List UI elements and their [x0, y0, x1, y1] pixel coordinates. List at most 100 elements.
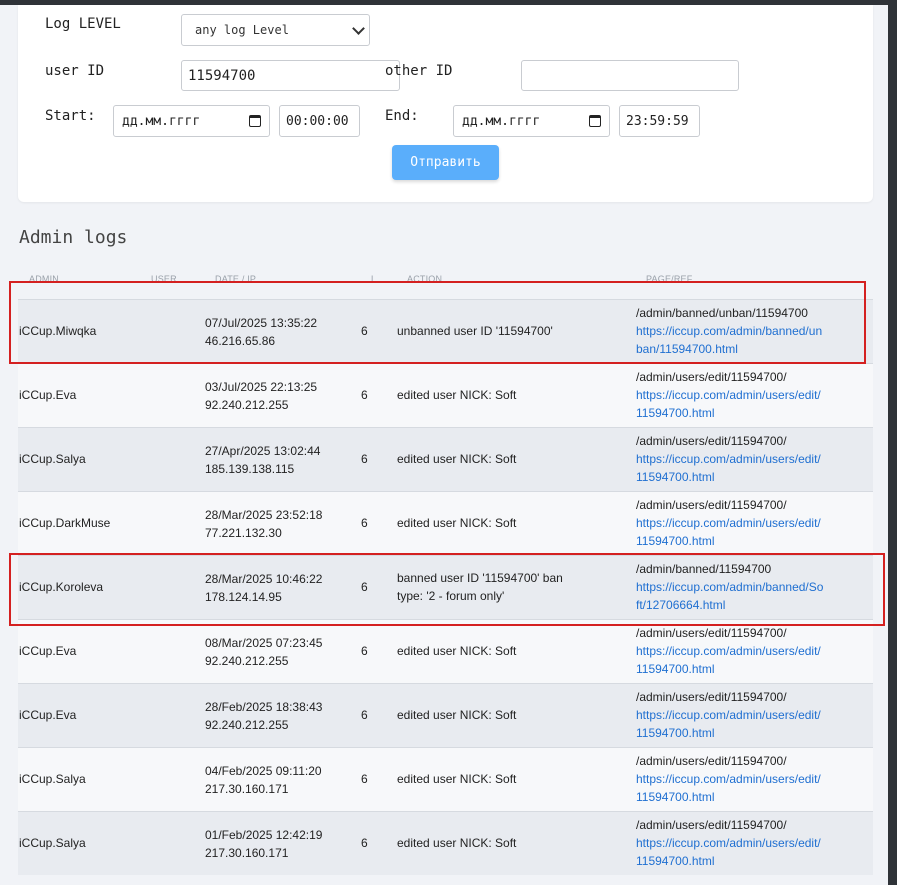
row-ref-link[interactable]: https://iccup.com/admin/banned/unban/115… [636, 324, 822, 356]
calendar-icon[interactable] [249, 115, 261, 127]
start-time-input[interactable]: 00:00:00 [279, 105, 360, 137]
table-row: iCCup.DarkMuse 28/Mar/2025 23:52:18 77.22… [18, 491, 873, 555]
other-id-label: other ID [385, 63, 453, 79]
row-page-ref: /admin/banned/unban/11594700 https://iccu… [636, 304, 826, 358]
column-header-date-ip: DATE / IP [215, 274, 257, 284]
row-level: 6 [361, 708, 368, 722]
row-page-ref: /admin/users/edit/11594700/https://iccup… [636, 432, 826, 486]
row-admin[interactable]: iCCup.Koroleva [19, 578, 103, 596]
row-date: 27/Apr/2025 13:02:44 [205, 444, 321, 458]
row-ref-link[interactable]: https://iccup.com/admin/users/edit/11594… [636, 836, 821, 868]
row-admin[interactable]: iCCup.Eva [19, 706, 76, 724]
start-label: Start: [45, 108, 96, 124]
right-frame-bar [888, 0, 897, 885]
row-page: /admin/users/edit/11594700/ [636, 626, 787, 640]
row-ref-link[interactable]: https://iccup.com/admin/banned/Soft/1270… [636, 580, 823, 612]
row-ip: 217.30.160.171 [205, 846, 289, 860]
row-date-ip: 27/Apr/2025 13:02:44 185.139.138.115 [205, 442, 320, 478]
row-page: /admin/banned/11594700 [636, 562, 772, 576]
row-ip: 92.240.212.255 [205, 718, 289, 732]
row-action: banned user ID '11594700' ban type: '2 -… [397, 571, 563, 603]
table-row: iCCup.Salya 01/Feb/2025 12:42:19 217.30.1… [18, 811, 873, 875]
row-date: 08/Mar/2025 07:23:45 [205, 636, 323, 650]
row-admin[interactable]: iCCup.Salya [19, 450, 86, 468]
end-date-input[interactable]: дд.мм.гггг [453, 105, 610, 137]
row-level: 6 [361, 324, 368, 338]
log-level-label: Log LEVEL [45, 16, 121, 32]
row-page: /admin/users/edit/11594700/ [636, 498, 787, 512]
row-ip: 46.216.65.86 [205, 334, 276, 348]
row-date-ip: 07/Jul/2025 13:35:22 46.216.65.86 [205, 314, 317, 350]
log-level-select[interactable]: any log Level [181, 14, 370, 46]
row-page: /admin/users/edit/11594700/ [636, 690, 787, 704]
row-admin[interactable]: iCCup.Eva [19, 642, 76, 660]
row-page-ref: /admin/users/edit/11594700/https://iccup… [636, 624, 826, 678]
row-level: 6 [361, 516, 368, 530]
user-id-label: user ID [45, 63, 105, 79]
column-header-level: L [371, 274, 377, 284]
row-date: 07/Jul/2025 13:35:22 [205, 316, 318, 330]
row-date-ip: 28/Feb/2025 18:38:43 92.240.212.255 [205, 698, 322, 734]
row-page-ref: /admin/banned/11594700 https://iccup.com/… [636, 560, 826, 614]
row-action: edited user NICK: Soft [397, 772, 517, 786]
row-date: 03/Jul/2025 22:13:25 [205, 380, 318, 394]
chevron-down-icon [352, 21, 365, 35]
row-page-ref: /admin/users/edit/11594700/https://iccup… [636, 496, 826, 550]
row-action: edited user NICK: Soft [397, 644, 517, 658]
row-admin[interactable]: iCCup.Salya [19, 834, 86, 852]
column-header-page-ref: PAGE/REF [646, 274, 693, 284]
other-id-input[interactable] [521, 60, 739, 91]
table-row: iCCup.Salya 27/Apr/2025 13:02:44 185.139.… [18, 427, 873, 491]
table-row: iCCup.Miwqka 07/Jul/2025 13:35:22 46.216.… [18, 299, 873, 363]
row-ip: 92.240.212.255 [205, 654, 289, 668]
row-date: 04/Feb/2025 09:11:20 [205, 764, 322, 778]
row-page-ref: /admin/users/edit/11594700/https://iccup… [636, 688, 826, 742]
table-row: iCCup.Eva 08/Mar/2025 07:23:45 92.240.212… [18, 619, 873, 683]
row-level: 6 [361, 772, 368, 786]
column-header-action: ACTION [407, 274, 443, 284]
row-page-ref: /admin/users/edit/11594700/https://iccup… [636, 368, 826, 422]
row-level: 6 [361, 388, 368, 402]
row-ref-link[interactable]: https://iccup.com/admin/users/edit/11594… [636, 388, 821, 420]
row-date: 28/Mar/2025 23:52:18 [205, 508, 323, 522]
row-admin[interactable]: iCCup.Eva [19, 386, 76, 404]
user-id-input[interactable]: 11594700 [181, 60, 400, 91]
row-ip: 178.124.14.95 [205, 590, 282, 604]
row-date: 28/Mar/2025 10:46:22 [205, 572, 323, 586]
row-admin[interactable]: iCCup.Miwqka [19, 322, 96, 340]
row-page-ref: /admin/users/edit/11594700/https://iccup… [636, 752, 826, 806]
row-ref-link[interactable]: https://iccup.com/admin/users/edit/11594… [636, 708, 821, 740]
row-action: edited user NICK: Soft [397, 388, 517, 402]
start-date-input[interactable]: дд.мм.гггг [113, 105, 270, 137]
row-admin[interactable]: iCCup.Salya [19, 770, 86, 788]
section-title: Admin logs [19, 227, 128, 248]
row-date-ip: 01/Feb/2025 12:42:19 217.30.160.171 [205, 826, 322, 862]
admin-logs-table: iCCup.Miwqka 07/Jul/2025 13:35:22 46.216.… [18, 299, 873, 875]
row-date: 01/Feb/2025 12:42:19 [205, 828, 323, 842]
row-page: /admin/banned/unban/11594700 [636, 306, 808, 320]
row-page: /admin/users/edit/11594700/ [636, 370, 787, 384]
table-row: iCCup.Eva 28/Feb/2025 18:38:43 92.240.212… [18, 683, 873, 747]
row-page: /admin/users/edit/11594700/ [636, 434, 787, 448]
row-ref-link[interactable]: https://iccup.com/admin/users/edit/11594… [636, 644, 821, 676]
end-time-input[interactable]: 23:59:59 [619, 105, 700, 137]
submit-button[interactable]: Отправить [392, 145, 499, 180]
row-date: 28/Feb/2025 18:38:43 [205, 700, 323, 714]
row-admin[interactable]: iCCup.DarkMuse [19, 514, 110, 532]
column-header-user: USER [151, 274, 177, 284]
row-ref-link[interactable]: https://iccup.com/admin/users/edit/11594… [636, 452, 821, 484]
row-date-ip: 03/Jul/2025 22:13:25 92.240.212.255 [205, 378, 317, 414]
row-level: 6 [361, 580, 368, 594]
row-ref-link[interactable]: https://iccup.com/admin/users/edit/11594… [636, 516, 821, 548]
table-row: iCCup.Eva 03/Jul/2025 22:13:25 92.240.212… [18, 363, 873, 427]
row-level: 6 [361, 644, 368, 658]
row-date-ip: 28/Mar/2025 10:46:22 178.124.14.95 [205, 570, 322, 606]
row-page: /admin/users/edit/11594700/ [636, 818, 787, 832]
row-date-ip: 04/Feb/2025 09:11:20 217.30.160.171 [205, 762, 322, 798]
table-row: iCCup.Koroleva 28/Mar/2025 10:46:22 178.1… [18, 555, 873, 619]
calendar-icon[interactable] [589, 115, 601, 127]
row-level: 6 [361, 452, 368, 466]
row-ref-link[interactable]: https://iccup.com/admin/users/edit/11594… [636, 772, 821, 804]
row-action: edited user NICK: Soft [397, 836, 517, 850]
row-action: unbanned user ID '11594700' [397, 324, 553, 338]
